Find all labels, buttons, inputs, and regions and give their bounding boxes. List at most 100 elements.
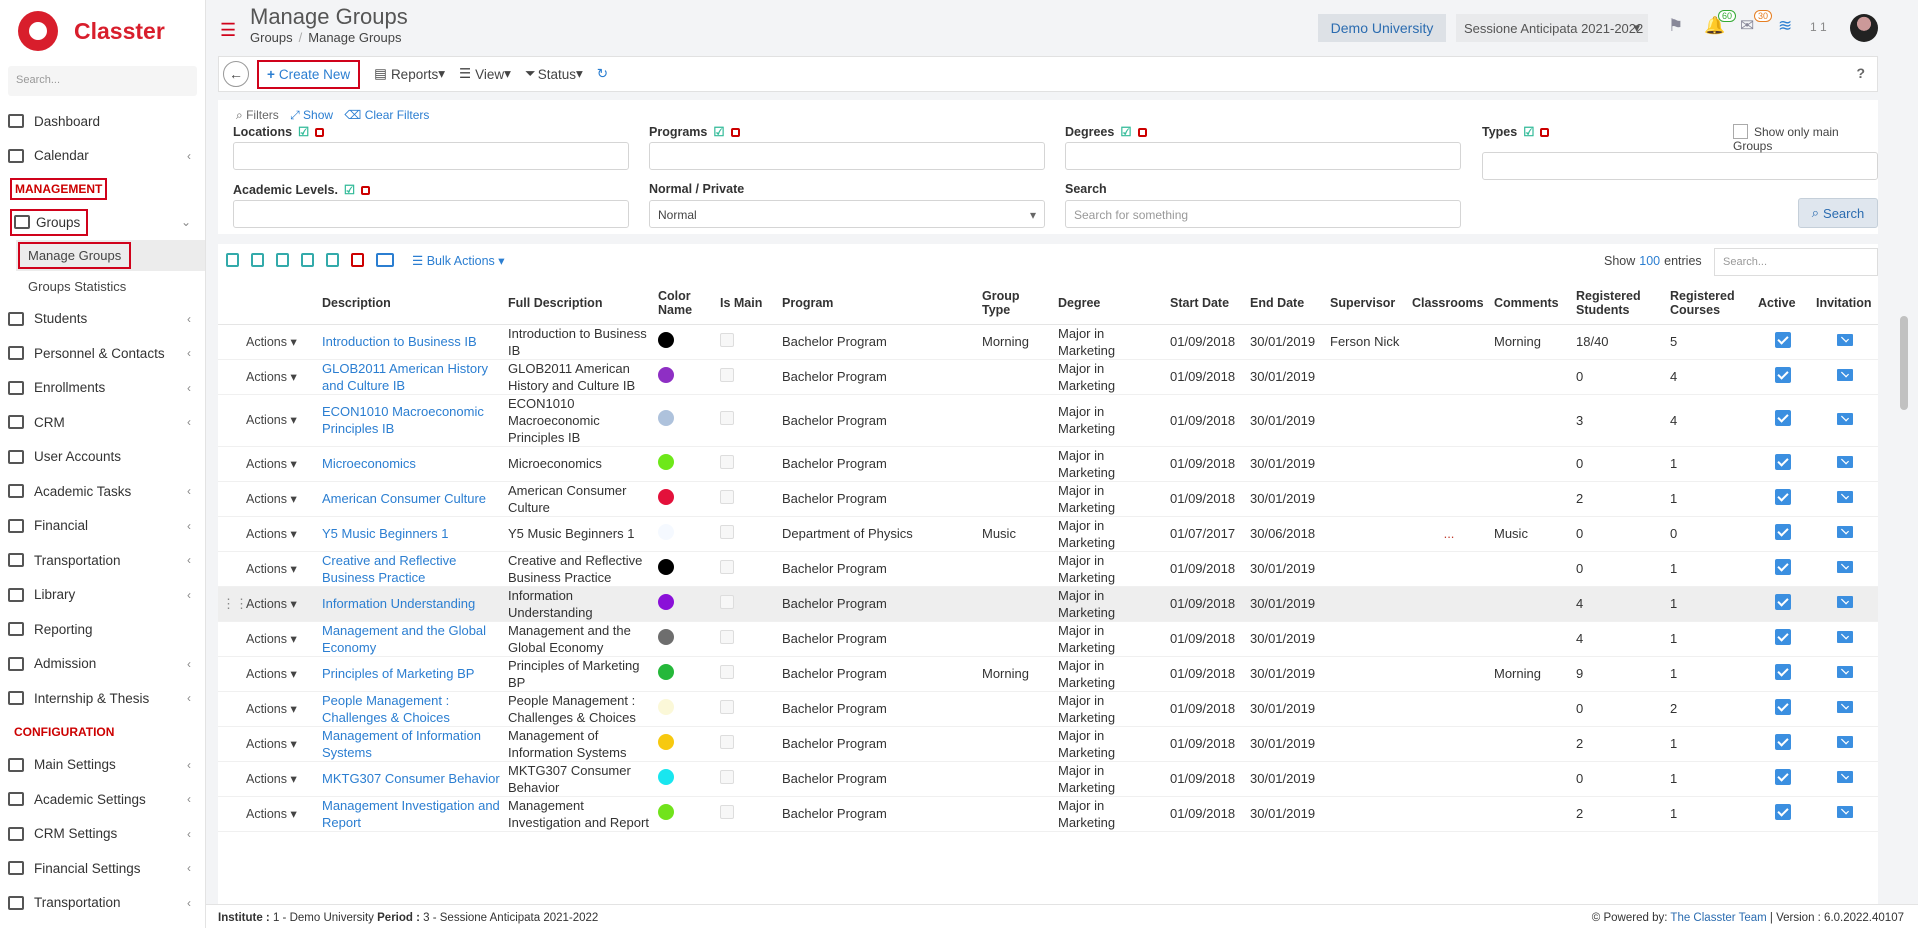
- active-checkbox[interactable]: [1775, 523, 1791, 540]
- col-program[interactable]: Program: [778, 282, 978, 325]
- sidebar-item-crm-settings[interactable]: CRM Settings ‹: [0, 817, 205, 852]
- row-drag[interactable]: [218, 761, 242, 797]
- row-drag[interactable]: [218, 481, 242, 517]
- is-main-checkbox[interactable]: [720, 367, 734, 382]
- table-row[interactable]: Actions ▾ Introduction to Business IB Intr…: [218, 324, 1878, 360]
- sidebar-item-calendar[interactable]: Calendar ‹: [0, 139, 205, 174]
- cell-description[interactable]: Management and the Global Economy: [318, 621, 504, 657]
- cell-description[interactable]: People Management : Challenges & Choices: [318, 691, 504, 727]
- period-select[interactable]: Sessione Anticipata 2021-2022: [1456, 14, 1648, 42]
- col-registered-courses[interactable]: Registered Courses: [1666, 282, 1754, 325]
- col-color-name[interactable]: Color Name: [654, 282, 716, 325]
- deselect-all-icon[interactable]: [351, 253, 364, 267]
- bulk-actions-button[interactable]: ☰ Bulk Actions ▾: [412, 253, 505, 268]
- cell-active[interactable]: [1754, 796, 1812, 832]
- active-checkbox[interactable]: [1775, 410, 1791, 426]
- cell-description[interactable]: ECON1010 Macroeconomic Principles IB: [318, 394, 504, 447]
- sidebar-item-academic-settings[interactable]: Academic Settings ‹: [0, 782, 205, 817]
- is-main-checkbox[interactable]: [720, 699, 734, 714]
- cell-actions[interactable]: Actions ▾: [242, 446, 318, 482]
- is-main-checkbox[interactable]: [720, 769, 734, 784]
- cell-invitation[interactable]: [1812, 359, 1878, 395]
- clear-all-icon[interactable]: [361, 186, 371, 195]
- row-actions-button[interactable]: Actions ▾: [246, 492, 297, 506]
- sidebar-item-groups-statistics[interactable]: Groups Statistics: [0, 271, 205, 302]
- cell-is-main[interactable]: [716, 726, 778, 762]
- sidebar-item-students[interactable]: Students ‹: [0, 302, 205, 337]
- row-actions-button[interactable]: Actions ▾: [246, 457, 297, 471]
- invitation-envelope-icon[interactable]: [1837, 561, 1853, 573]
- cell-active[interactable]: [1754, 481, 1812, 517]
- invitation-envelope-icon[interactable]: [1837, 806, 1853, 818]
- cell-description[interactable]: American Consumer Culture: [318, 481, 504, 517]
- sidebar-item-transportation[interactable]: Transportation ‹: [0, 543, 205, 578]
- sidebar-item-admission[interactable]: Admission ‹: [0, 647, 205, 682]
- invitation-envelope-icon[interactable]: [1837, 701, 1853, 713]
- cell-actions[interactable]: Actions ▾: [242, 516, 318, 552]
- cell-is-main[interactable]: [716, 324, 778, 360]
- cell-active[interactable]: [1754, 691, 1812, 727]
- reports-button[interactable]: ▤ Reports ▾: [374, 66, 445, 82]
- row-actions-button[interactable]: Actions ▾: [246, 527, 297, 541]
- row-actions-button[interactable]: Actions ▾: [246, 702, 297, 716]
- cell-actions[interactable]: Actions ▾: [242, 656, 318, 692]
- row-actions-button[interactable]: Actions ▾: [246, 772, 297, 786]
- institute-badge[interactable]: Demo University: [1318, 14, 1446, 42]
- view-button[interactable]: ☰ View ▾: [459, 66, 511, 82]
- table-row[interactable]: Actions ▾ Management of Information Syste…: [218, 726, 1878, 762]
- cell-invitation[interactable]: [1812, 761, 1878, 797]
- invitation-envelope-icon[interactable]: [1837, 412, 1853, 425]
- sidebar-item-manage-groups[interactable]: Manage Groups: [16, 239, 205, 271]
- row-actions-button[interactable]: Actions ▾: [246, 335, 297, 349]
- row-actions-button[interactable]: Actions ▾: [246, 667, 297, 681]
- active-checkbox[interactable]: [1775, 366, 1791, 383]
- cell-actions[interactable]: Actions ▾: [242, 551, 318, 587]
- cell-description[interactable]: MKTG307 Consumer Behavior: [318, 761, 504, 797]
- sidebar-item-user-accounts[interactable]: User Accounts: [0, 440, 205, 475]
- avatar[interactable]: [1850, 14, 1878, 42]
- cell-description[interactable]: Principles of Marketing BP: [318, 656, 504, 692]
- cell-active[interactable]: [1754, 621, 1812, 657]
- cell-actions[interactable]: Actions ▾: [242, 691, 318, 727]
- select-all-icon[interactable]: [326, 253, 339, 267]
- cell-actions[interactable]: Actions ▾: [242, 324, 318, 360]
- row-drag[interactable]: [218, 551, 242, 587]
- breadcrumb-groups[interactable]: Groups: [250, 30, 293, 45]
- col-description[interactable]: Description: [318, 282, 504, 325]
- create-new-button[interactable]: + Create New: [257, 59, 361, 89]
- bell-icon[interactable]: 🔔 60: [1704, 10, 1736, 36]
- table-row[interactable]: Actions ▾ Y5 Music Beginners 1 Y5 Music Be…: [218, 516, 1878, 552]
- active-checkbox[interactable]: [1775, 558, 1791, 575]
- help-button[interactable]: ?: [1856, 65, 1865, 81]
- row-drag[interactable]: [218, 656, 242, 692]
- cell-is-main[interactable]: [716, 796, 778, 832]
- col-degree[interactable]: Degree: [1054, 282, 1166, 325]
- cell-invitation[interactable]: [1812, 726, 1878, 762]
- sidebar-item-reporting[interactable]: Reporting: [0, 612, 205, 647]
- active-checkbox[interactable]: [1775, 331, 1791, 348]
- table-row[interactable]: Actions ▾ ECON1010 Macroeconomic Principl…: [218, 394, 1878, 447]
- row-actions-button[interactable]: Actions ▾: [246, 807, 297, 821]
- col-active[interactable]: Active: [1754, 282, 1812, 325]
- is-main-checkbox[interactable]: [720, 804, 734, 819]
- is-main-checkbox[interactable]: [720, 594, 734, 609]
- cell-invitation[interactable]: [1812, 516, 1878, 552]
- is-main-checkbox[interactable]: [720, 559, 734, 574]
- row-drag[interactable]: [218, 324, 242, 360]
- columns-icon[interactable]: [376, 253, 394, 267]
- sidebar-item-groups[interactable]: Groups ⌄: [4, 205, 205, 240]
- academic-levels-input[interactable]: [233, 200, 629, 228]
- cell-is-main[interactable]: [716, 691, 778, 727]
- row-actions-button[interactable]: Actions ▾: [246, 413, 297, 427]
- sidebar-item-library[interactable]: Library ‹: [0, 578, 205, 613]
- col-registered-students[interactable]: Registered Students: [1572, 282, 1666, 325]
- layers-icon[interactable]: ≋: [1778, 16, 1800, 36]
- row-drag[interactable]: [218, 726, 242, 762]
- invitation-envelope-icon[interactable]: [1837, 596, 1853, 608]
- check-all-icon[interactable]: ☑: [298, 125, 309, 139]
- status-button[interactable]: ⏷ Status ▾: [525, 66, 583, 82]
- cell-actions[interactable]: Actions ▾: [242, 359, 318, 395]
- invitation-envelope-icon[interactable]: [1837, 334, 1853, 346]
- active-checkbox[interactable]: [1775, 768, 1791, 785]
- row-drag[interactable]: [218, 394, 242, 447]
